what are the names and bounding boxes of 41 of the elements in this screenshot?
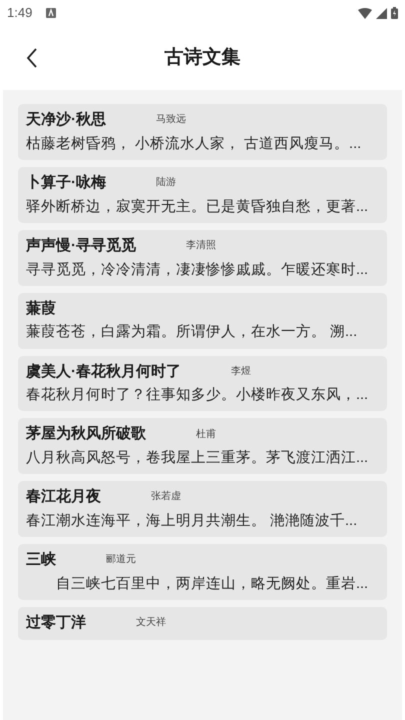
poem-author: 郦道元 [106,554,136,567]
poem-title: 三峡 [26,551,56,570]
poem-card[interactable]: 卜算子·咏梅 陆游 驿外断桥边，寂寞开无主。已是黄昏独自愁，更著... [18,166,387,223]
poem-author: 马致远 [156,114,186,127]
poem-excerpt: 寻寻觅觅，冷冷清清，凄凄惨惨戚戚。乍暖还寒时... [26,260,370,279]
poem-card[interactable]: 天净沙·秋思 马致远 枯藤老树昏鸦， 小桥流水人家， 古道西风瘦马。... [18,104,387,160]
poem-title: 天净沙·秋思 [26,111,106,130]
back-icon [26,48,38,68]
poem-author: 张若虚 [151,491,181,504]
poem-excerpt: 自三峡七百里中，两岸连山，略无阙处。重岩... [55,574,370,593]
poem-title: 春江花月夜 [26,488,101,507]
poem-author: 李清照 [186,240,216,252]
poem-title: 虞美人·春花秋月何时了 [26,362,181,382]
poem-excerpt: 春花秋月何时了？往事知多少。小楼昨夜又东风，... [26,386,370,404]
poem-card[interactable]: 过零丁洋 文天祥 [18,607,387,640]
poem-author: 李煜 [231,366,251,378]
wifi-icon [358,8,372,18]
battery-icon [391,7,398,19]
poem-card[interactable]: 茅屋为秋风所破歌 杜甫 八月秋高风怒号，卷我屋上三重茅。茅飞渡江洒江... [18,418,387,474]
poem-excerpt: 八月秋高风怒号，卷我屋上三重茅。茅飞渡江洒江... [26,449,370,468]
poem-title: 茅屋为秋风所破歌 [26,425,146,444]
signal-icon [376,8,387,18]
poem-author: 文天祥 [136,617,166,630]
poem-title: 卜算子·咏梅 [26,174,106,193]
poem-author: 杜甫 [196,428,216,441]
poem-card[interactable]: 蒹葭 蒹葭苍苍，白露为霜。所谓伊人，在水一方。 溯... [18,292,387,348]
poem-title: 蒹葭 [26,300,56,318]
page-title: 古诗文集 [164,46,240,70]
poem-card[interactable]: 春江花月夜 张若虚 春江潮水连海平，海上明月共潮生。 滟滟随波千... [18,481,387,538]
poem-excerpt: 枯藤老树昏鸦， 小桥流水人家， 古道西风瘦马。... [26,134,362,153]
poem-title: 声声慢·寻寻觅觅 [26,236,136,256]
poem-excerpt: 春江潮水连海平，海上明月共潮生。 滟滟随波千... [26,512,358,530]
poem-card[interactable]: 声声慢·寻寻觅觅 李清照 寻寻觅觅，冷冷清清，凄凄惨惨戚戚。乍暖还寒时... [18,230,387,286]
status-time: 1:49 [7,4,32,22]
poem-card[interactable]: 虞美人·春花秋月何时了 李煜 春花秋月何时了？往事知多少。小楼昨夜又东风，... [18,356,387,412]
poem-excerpt: 蒹葭苍苍，白露为霜。所谓伊人，在水一方。 溯... [26,323,358,342]
notification-icon [46,8,56,18]
poem-title: 过零丁洋 [26,614,86,633]
poem-card[interactable]: 三峡 郦道元 自三峡七百里中，两岸连山，略无阙处。重岩... [18,544,387,600]
poem-author: 陆游 [156,177,176,190]
poem-excerpt: 驿外断桥边，寂寞开无主。已是黄昏独自愁，更著... [26,198,370,216]
